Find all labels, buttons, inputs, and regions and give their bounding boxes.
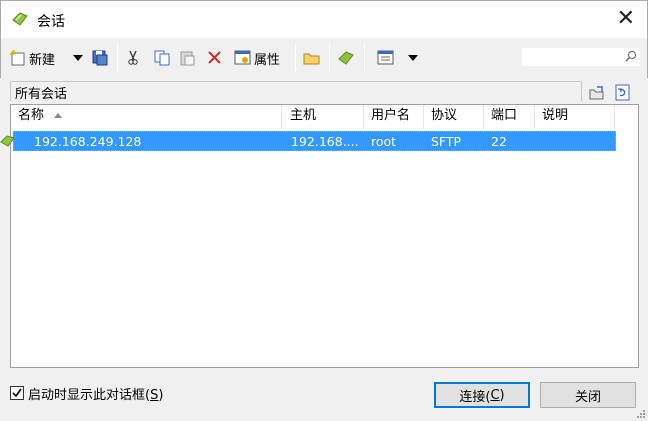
- delete-button[interactable]: [207, 47, 223, 69]
- cut-icon: [128, 50, 138, 65]
- checkbox[interactable]: [10, 386, 24, 400]
- close-button[interactable]: 关闭: [540, 382, 636, 408]
- column-header-username[interactable]: 用户名: [364, 105, 424, 129]
- toolbar-separator: [364, 44, 365, 72]
- column-header-description[interactable]: 说明: [535, 105, 615, 129]
- folder-path-bar: 所有会话: [10, 81, 582, 102]
- close-icon[interactable]: ✕: [617, 6, 635, 32]
- search-input[interactable]: [522, 48, 620, 64]
- column-header-host[interactable]: 主机: [283, 105, 364, 129]
- cut-button[interactable]: [125, 47, 141, 69]
- chevron-down-icon: [408, 55, 418, 61]
- save-icon: [92, 50, 108, 66]
- search-icon[interactable]: [625, 50, 637, 62]
- refresh-icon[interactable]: [614, 84, 632, 101]
- copy-icon: [154, 50, 170, 66]
- link-folder-icon[interactable]: [588, 84, 606, 101]
- sessions-icon: [338, 51, 354, 65]
- column-header-name[interactable]: 名称: [11, 105, 282, 129]
- toolbar-separator: [295, 44, 296, 72]
- window-title: 会话: [37, 14, 65, 30]
- delete-icon: [208, 51, 221, 64]
- view-button[interactable]: [377, 47, 395, 69]
- properties-icon: [234, 50, 251, 65]
- connect-button[interactable]: 连接(C): [434, 382, 530, 408]
- checkmark-icon: [12, 388, 22, 398]
- table-header: 名称 主机 用户名 协议 端口 说明: [11, 105, 638, 129]
- cell-port: 22: [491, 134, 507, 149]
- cell-host: 192.168....: [291, 134, 359, 149]
- view-dropdown-button[interactable]: [408, 47, 418, 69]
- search-box[interactable]: [522, 48, 640, 66]
- table-row[interactable]: 192.168.249.128 192.168.... root SFTP 22: [0, 131, 616, 151]
- new-session-button[interactable]: [337, 47, 355, 69]
- session-icon: [0, 135, 15, 147]
- new-button[interactable]: 新建: [9, 47, 55, 69]
- checkbox-label: 启动时显示此对话框(S): [28, 387, 164, 403]
- cell-name: 192.168.249.128: [34, 134, 142, 149]
- properties-button[interactable]: 属性: [234, 47, 280, 69]
- new-folder-button[interactable]: [303, 47, 321, 69]
- show-on-startup-checkbox[interactable]: 启动时显示此对话框(S): [10, 384, 164, 403]
- chevron-down-icon: [73, 55, 83, 61]
- sort-ascending-icon: [54, 113, 63, 118]
- column-header-port[interactable]: 端口: [484, 105, 535, 129]
- title-bar: 会话 ✕: [0, 0, 648, 38]
- new-dropdown-button[interactable]: [73, 47, 83, 69]
- view-icon: [377, 50, 394, 65]
- resize-grip-icon[interactable]: [636, 409, 646, 419]
- session-list[interactable]: 名称 主机 用户名 协议 端口 说明 192.168.249.128 192.1…: [0, 104, 639, 368]
- sessions-icon: [12, 12, 28, 26]
- save-button[interactable]: [91, 47, 109, 69]
- column-header-protocol[interactable]: 协议: [424, 105, 484, 129]
- cell-protocol: SFTP: [431, 134, 462, 149]
- folder-icon: [303, 53, 320, 65]
- cell-username: root: [371, 134, 397, 149]
- paste-button[interactable]: [179, 47, 197, 69]
- copy-button[interactable]: [153, 47, 171, 69]
- folder-path: 所有会话: [15, 87, 68, 102]
- toolbar-separator: [329, 44, 330, 72]
- properties-button-label: 属性: [254, 52, 281, 68]
- new-session-icon: [10, 50, 25, 66]
- new-button-label: 新建: [29, 52, 56, 68]
- paste-icon: [180, 51, 195, 66]
- toolbar-separator: [117, 44, 118, 72]
